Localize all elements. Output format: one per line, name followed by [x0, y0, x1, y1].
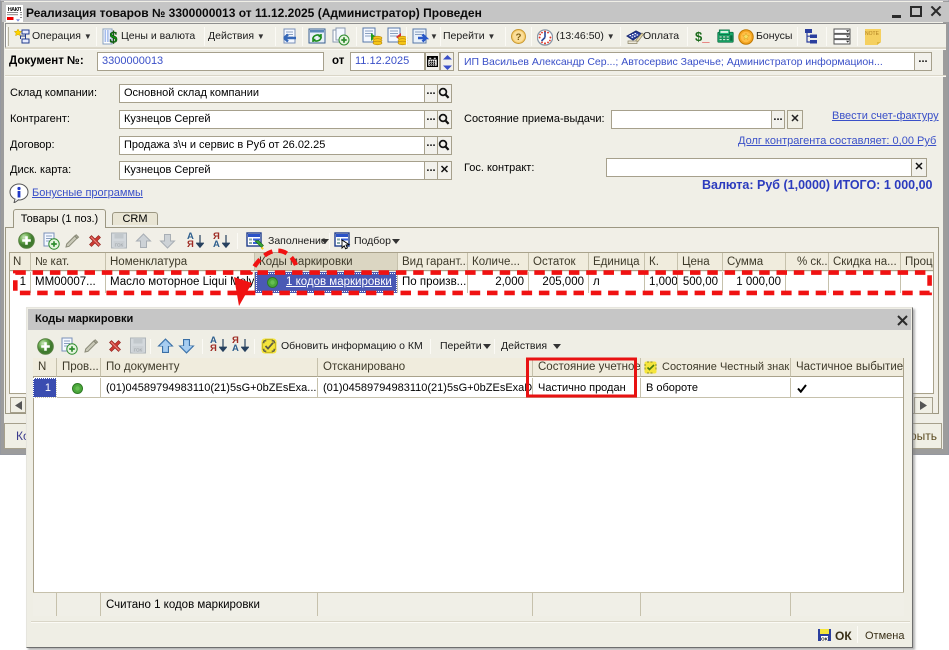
svg-text:?: ? [516, 32, 522, 43]
svg-text:NOTE: NOTE [865, 31, 880, 37]
svg-text:ГОК: ГОК [115, 243, 124, 248]
svg-text:$: $ [110, 30, 118, 46]
svg-text:OK: OK [821, 637, 829, 642]
svg-text:НАКЛ: НАКЛ [8, 7, 22, 13]
svg-text:ГОК: ГОК [134, 348, 143, 353]
